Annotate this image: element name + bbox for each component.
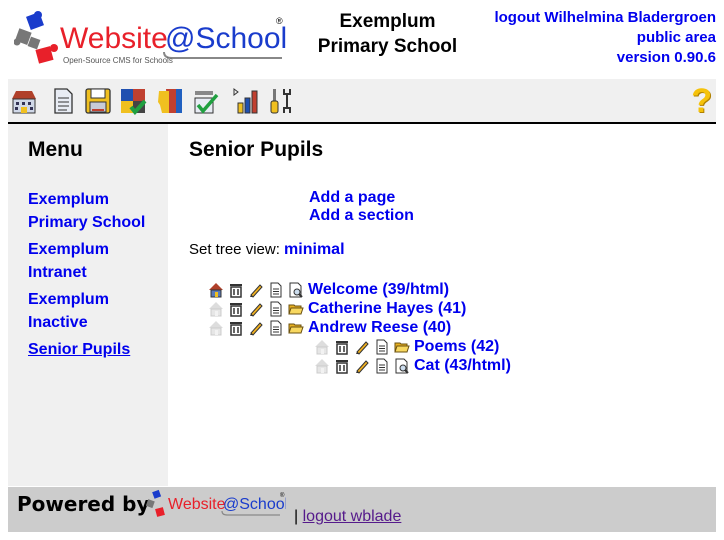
main-content: Senior Pupils Add a page Add a section S… [168,124,716,486]
svg-text:Website: Website [168,496,226,513]
puzzle-icon [14,11,58,64]
default-page-icon[interactable] [208,282,224,298]
footer: Powered by Website @School ® | logout wb… [8,487,716,532]
delete-icon[interactable] [228,282,244,298]
node-link[interactable]: Cat (43/html) [414,357,511,375]
tree-node: Catherine Hayes (41) [208,299,511,318]
properties-icon[interactable] [374,358,390,374]
footer-links: | logout wblade [294,508,401,526]
user-info: logout Wilhelmina Bladergroen public are… [494,8,716,68]
svg-text:@School: @School [223,496,286,513]
set-default-icon[interactable] [314,339,330,355]
menu-item-exemplum-intranet[interactable]: Exemplum Intranet [28,238,163,284]
public-area-link[interactable]: public area [494,28,716,48]
add-links: Add a page Add a section [309,189,414,225]
menu-item-exemplum-primary-school[interactable]: Exemplum Primary School [28,188,163,234]
tree-node: Poems (42) [314,337,511,356]
folder-open-icon[interactable] [288,301,304,317]
node-actions [208,301,304,317]
properties-icon[interactable] [268,282,284,298]
logout-link[interactable]: logout Wilhelmina Bladergroen [494,8,716,28]
footer-logo: Website @School ® [146,489,286,517]
node-actions [314,358,410,374]
statistics-icon[interactable] [232,87,260,115]
footer-separator: | [294,508,299,525]
tree-node: Welcome (39/html) [208,280,511,299]
modules-icon[interactable] [119,87,147,115]
node-link[interactable]: Catherine Hayes (41) [308,300,466,318]
folder-open-icon[interactable] [288,320,304,336]
node-link[interactable]: Andrew Reese (40) [308,319,451,337]
menu-item-senior-pupils[interactable]: Senior Pupils [28,338,163,361]
site-title: Exemplum Primary School [317,11,458,57]
edit-icon[interactable] [248,320,264,336]
header: Website @School Open-Source CMS for Scho… [0,0,724,78]
tree-view-setting: Set tree view: minimal [189,241,345,259]
admin-toolbar: ? [8,79,716,122]
menu: Exemplum Primary School Exemplum Intrane… [28,188,163,365]
set-default-icon[interactable] [208,320,224,336]
edit-icon[interactable] [248,301,264,317]
tools-icon[interactable] [268,87,296,115]
sidebar: Menu Exemplum Primary School Exemplum In… [8,124,168,486]
tree-view-label: Set tree view: [189,241,280,258]
edit-icon[interactable] [354,339,370,355]
properties-icon[interactable] [268,301,284,317]
node-actions [314,339,410,355]
version-link[interactable]: version 0.90.6 [494,48,716,68]
tree-node: Cat (43/html) [314,356,511,375]
add-section-link[interactable]: Add a section [309,207,414,225]
node-actions [208,282,304,298]
delete-icon[interactable] [334,358,350,374]
powered-by-label: Powered by [17,492,150,516]
set-default-icon[interactable] [314,358,330,374]
accounts-icon[interactable] [156,87,184,115]
node-tree: Welcome (39/html) Catherine Hayes (41) And… [208,280,511,375]
page-title: Senior Pupils [189,138,324,161]
logo-website-text: Website [60,22,168,55]
help-icon[interactable]: ? [691,84,712,118]
delete-icon[interactable] [334,339,350,355]
menu-item-exemplum-inactive[interactable]: Exemplum Inactive [28,288,163,334]
start-icon[interactable] [10,87,38,115]
footer-logout-link[interactable]: logout wblade [303,508,402,525]
svg-text:®: ® [276,16,283,26]
page-preview-icon[interactable] [288,282,304,298]
files-icon[interactable] [84,87,112,115]
menu-title: Menu [28,138,83,161]
node-link[interactable]: Welcome (39/html) [308,281,449,299]
delete-icon[interactable] [228,301,244,317]
node-link[interactable]: Poems (42) [414,338,499,356]
delete-icon[interactable] [228,320,244,336]
tree-view-toggle[interactable]: minimal [284,241,344,258]
properties-icon[interactable] [268,320,284,336]
page-preview-icon[interactable] [394,358,410,374]
add-page-link[interactable]: Add a page [309,189,414,207]
tree-node: Andrew Reese (40) [208,318,511,337]
logo-school-text: @School [165,22,287,55]
node-actions [208,320,304,336]
logo-tagline: Open-Source CMS for Schools [63,56,173,65]
edit-icon[interactable] [248,282,264,298]
set-default-icon[interactable] [208,301,224,317]
edit-icon[interactable] [354,358,370,374]
configuration-icon[interactable] [191,87,219,115]
folder-open-icon[interactable] [394,339,410,355]
svg-text:®: ® [280,492,285,499]
pages-icon[interactable] [49,87,77,115]
website-at-school-logo: Website @School Open-Source CMS for Scho… [14,11,287,65]
properties-icon[interactable] [374,339,390,355]
